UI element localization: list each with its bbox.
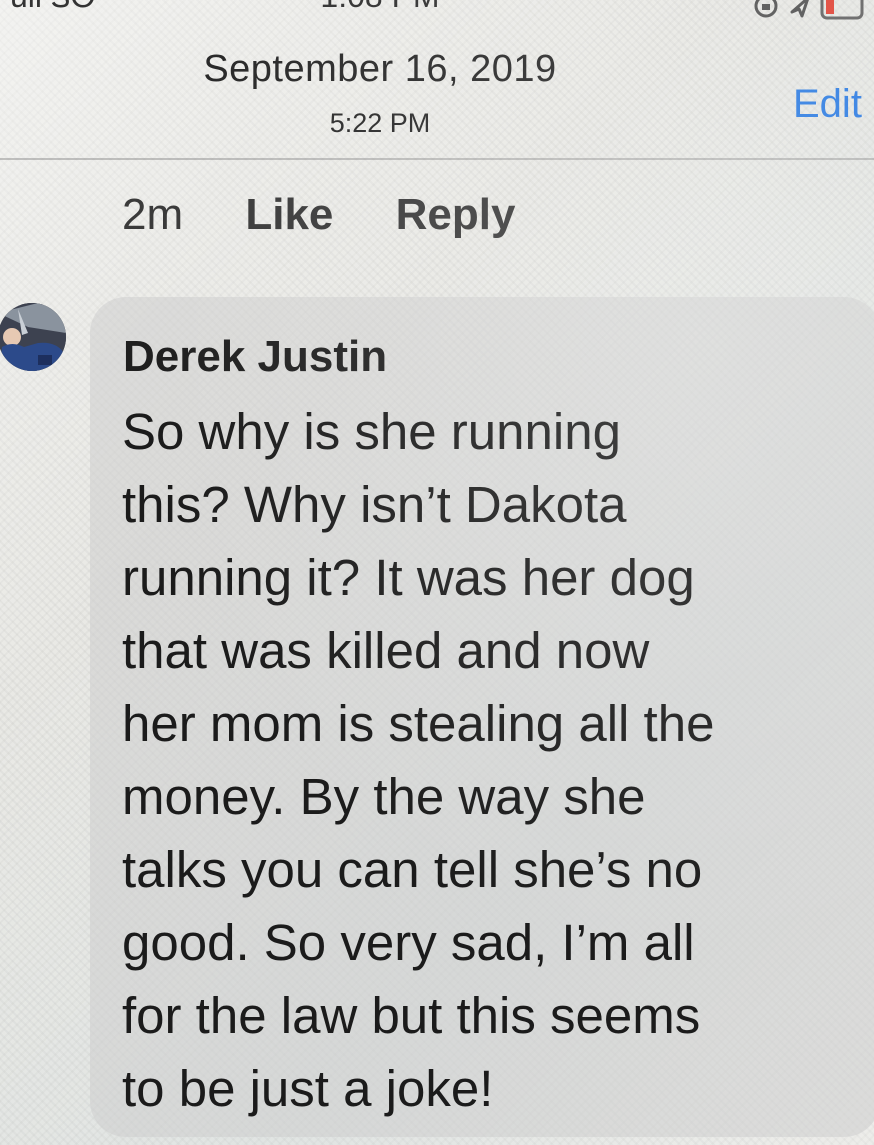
status-bar-time: 1:08 PM — [0, 0, 760, 15]
comment-line: running it? It was her dog — [122, 549, 695, 606]
comment-author-name[interactable]: Derek Justin — [123, 332, 387, 382]
location-arrow-icon — [790, 0, 809, 18]
conversation-date: September 16, 2019 — [203, 48, 557, 90]
comment-line: her mom is stealing all the — [122, 695, 715, 752]
avatar[interactable] — [0, 303, 66, 371]
previous-comment-actions: 2m Like Reply — [122, 190, 565, 240]
like-button[interactable]: Like — [245, 190, 333, 240]
comment-body: So why is she running this? Why isn’t Da… — [122, 395, 842, 1125]
comment-line: good. So very sad, I’m all — [122, 914, 695, 971]
comment-line: So why is she running — [122, 403, 621, 460]
comment-line: this? Why isn’t Dakota — [122, 476, 627, 533]
battery-icon — [820, 0, 864, 20]
header-divider — [0, 158, 874, 160]
comment-line: talks you can tell she’s no — [122, 841, 703, 898]
status-bar-icons — [744, 0, 864, 22]
reply-button[interactable]: Reply — [396, 190, 516, 240]
comment-line: that was killed and now — [122, 622, 650, 679]
profile-photo-icon — [0, 303, 66, 371]
edit-button[interactable]: Edit — [793, 82, 862, 127]
lock-rotation-icon — [754, 0, 778, 18]
comment-age: 2m — [122, 190, 184, 239]
comment-line: money. By the way she — [122, 768, 646, 825]
comment-line: for the law but this seems — [122, 987, 701, 1044]
conversation-time: 5:22 PM — [329, 108, 431, 138]
comment-line: to be just a joke! — [122, 1060, 494, 1117]
